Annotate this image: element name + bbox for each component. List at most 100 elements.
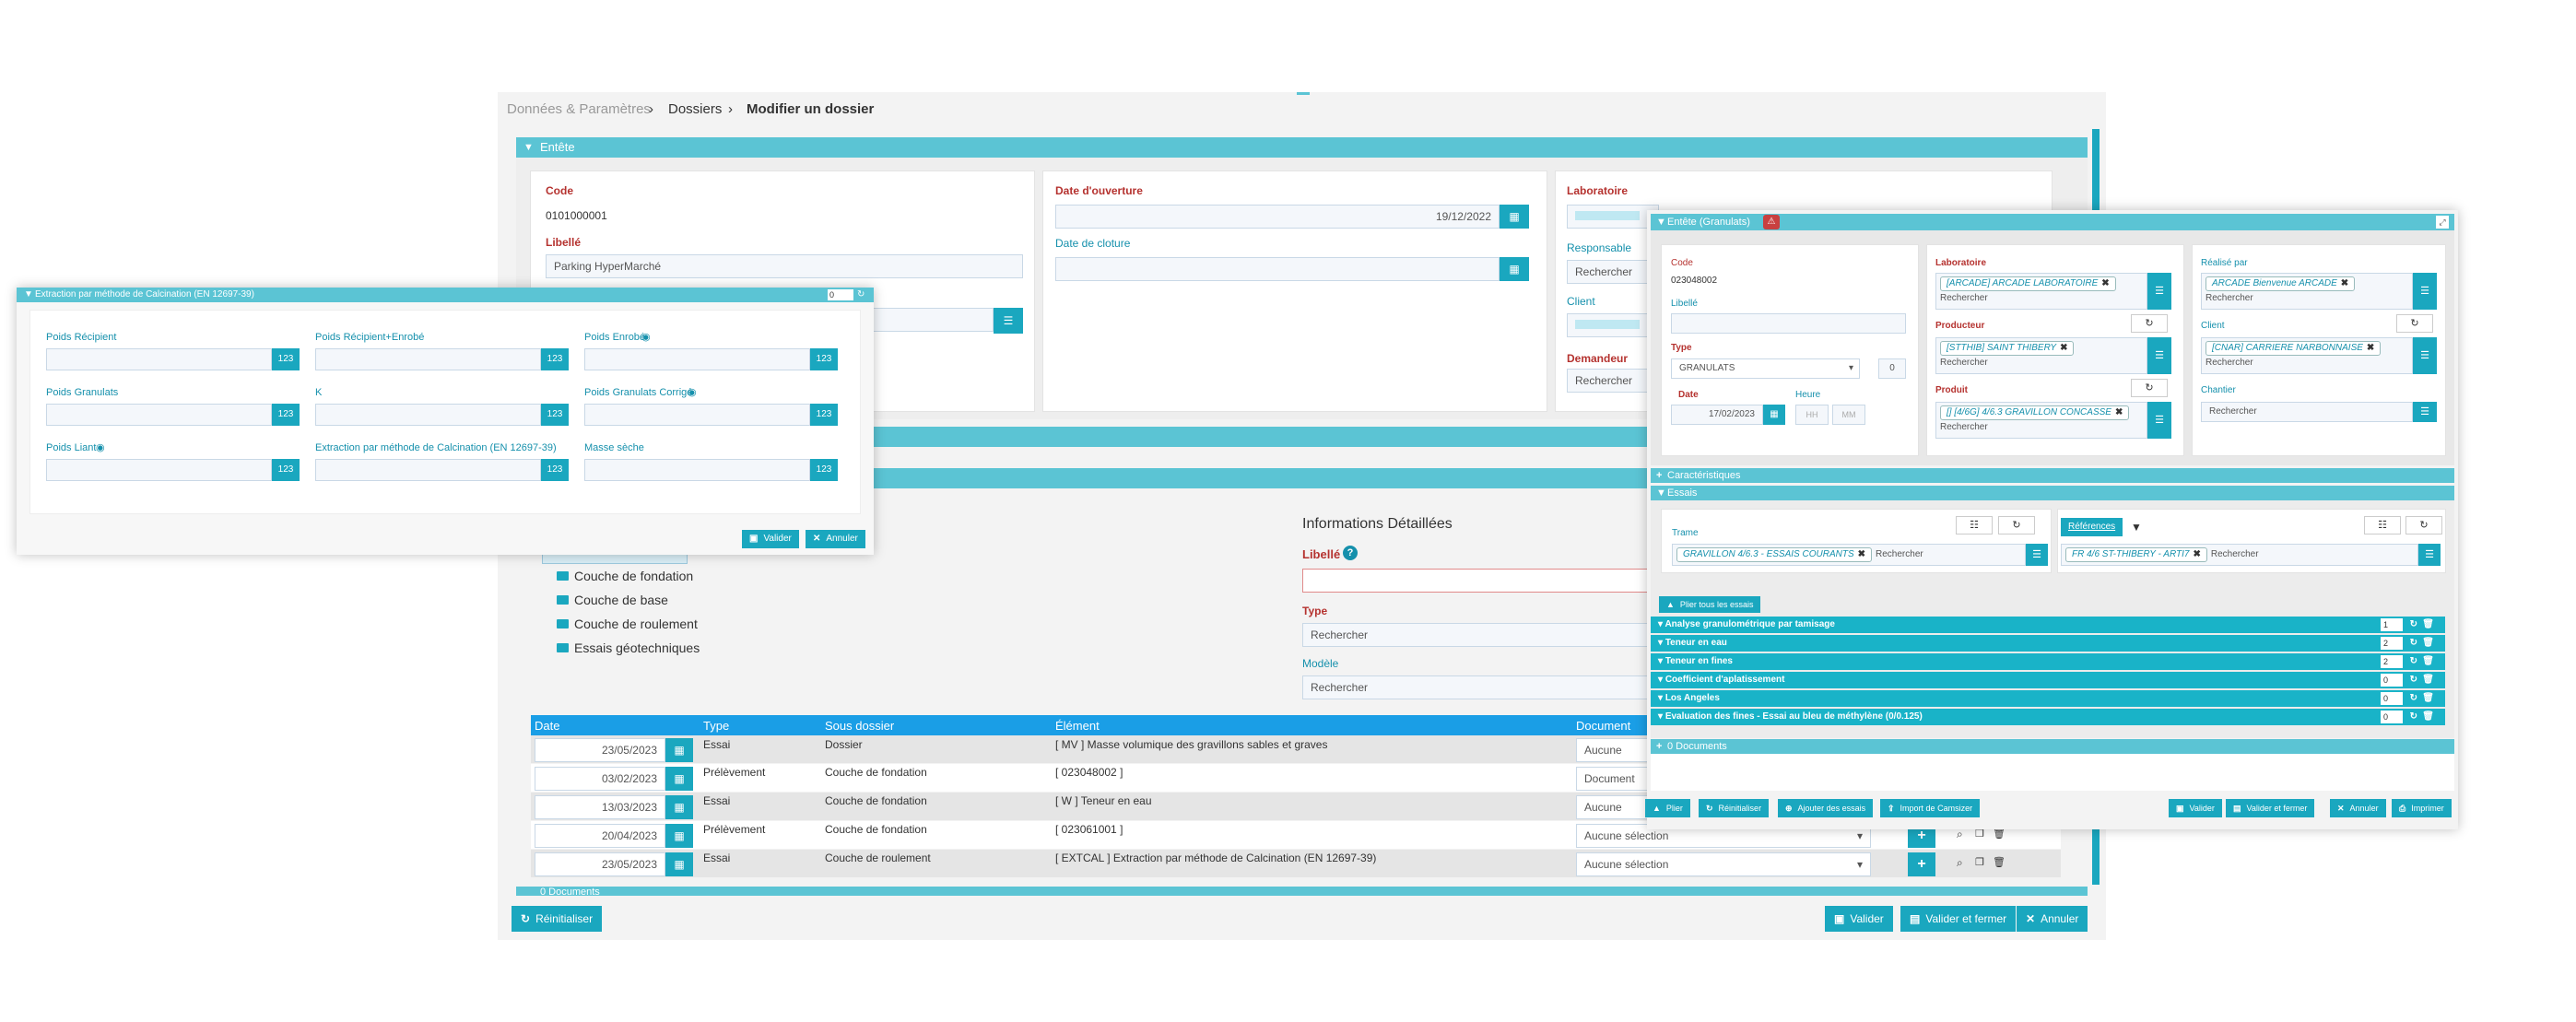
col-date[interactable]: Date xyxy=(535,719,559,733)
field-input[interactable] xyxy=(584,459,810,481)
row-calendar-button[interactable]: ▦ xyxy=(665,738,693,762)
main-entete-bar[interactable]: ▼ Entête xyxy=(516,137,2088,158)
sample-chantier-input[interactable]: Rechercher xyxy=(2201,402,2413,422)
references-tag[interactable]: FR 4/6 ST-THIBERY - ARTI7 ✖ xyxy=(2065,547,2207,562)
sample-date-input[interactable]: 17/02/2023 xyxy=(1671,405,1763,425)
refresh-icon[interactable]: ↻ xyxy=(2410,635,2417,652)
row-date-input[interactable]: 03/02/2023 xyxy=(535,767,665,791)
sample-laboratoire-input[interactable]: [ARCADE] ARCADE LABORATOIRE ✖ Rechercher xyxy=(1935,273,2147,310)
row-delete-icon[interactable]: 🗑 xyxy=(1993,856,2006,868)
sample-valider-fermer-button[interactable]: ▤ Valider et fermer xyxy=(2226,799,2315,817)
produit-tag[interactable]: [] [4/6G] 4/6.3 GRAVILLON CONCASSE ✖ xyxy=(1940,405,2130,420)
realise-tag[interactable]: ARCADE Bienvenue ARCADE ✖ xyxy=(2205,276,2356,291)
sample-producteur-input[interactable]: [STTHIB] SAINT THIBERY ✖ Rechercher xyxy=(1935,337,2147,374)
breadcrumb-item-data[interactable]: Données & Paramètres xyxy=(507,101,651,117)
sample-realise-list-button[interactable]: ☰ xyxy=(2413,273,2437,310)
row-date-input[interactable]: 23/05/2023 xyxy=(535,738,665,762)
sample-client-input[interactable]: [CNAR] CARRIERE NARBONNAISE ✖ Rechercher xyxy=(2201,337,2413,374)
plier-tous-button[interactable]: ▲ Plier tous les essais xyxy=(1659,596,1761,613)
main-annuler-button[interactable]: ✕ Annuler xyxy=(2017,906,2088,932)
row-date-input[interactable]: 13/03/2023 xyxy=(535,795,665,819)
row-document-select[interactable]: Aucune sélection ▾ xyxy=(1576,852,1871,876)
sample-caracteristiques-bar[interactable]: + Caractéristiques xyxy=(1651,468,2454,483)
maximize-icon[interactable]: ⤢ xyxy=(2436,216,2449,229)
row-element[interactable]: [ MV ] Masse volumique des gravillons sa… xyxy=(1055,738,1327,751)
col-type[interactable]: Type xyxy=(703,719,729,733)
refresh-icon[interactable]: ↻ xyxy=(2410,672,2417,688)
sample-ajouter-essais-button[interactable]: ⊕ Ajouter des essais xyxy=(1778,799,1874,817)
sample-type-num[interactable]: 0 xyxy=(1878,358,1906,379)
field-input[interactable] xyxy=(315,348,541,370)
delete-icon[interactable]: 🗑 xyxy=(2422,635,2434,652)
row-element[interactable]: [ W ] Teneur en eau xyxy=(1055,794,1152,807)
essai-row[interactable]: ▾ Los Angeles 0 ↻ 🗑 xyxy=(1651,690,2445,707)
breadcrumb-item-dossiers[interactable]: Dossiers xyxy=(668,101,722,117)
main-valider-button[interactable]: ▣ Valider xyxy=(1825,906,1893,932)
calc-valider-button[interactable]: ▣ Valider xyxy=(742,530,799,548)
demandeur-input[interactable]: Rechercher xyxy=(1567,369,1659,393)
essai-count[interactable]: 0 xyxy=(2381,711,2403,723)
col-element[interactable]: Élément xyxy=(1055,719,1100,733)
eye-icon[interactable]: ◉ xyxy=(688,386,697,398)
row-calendar-button[interactable]: ▦ xyxy=(665,824,693,848)
row-element[interactable]: [ 023061001 ] xyxy=(1055,823,1123,836)
sample-laboratoire-list-button[interactable]: ☰ xyxy=(2147,273,2171,310)
references-tab[interactable]: Références xyxy=(2061,518,2123,536)
field-input[interactable] xyxy=(46,404,272,426)
essai-count[interactable]: 0 xyxy=(2381,692,2403,705)
sample-imprimer-button[interactable]: ⎙ Imprimer xyxy=(2392,799,2452,817)
field-input[interactable] xyxy=(584,404,810,426)
sample-libelle-input[interactable] xyxy=(1671,313,1906,334)
info-modele-input[interactable]: Rechercher xyxy=(1302,675,1653,699)
tree-folder-roulement[interactable]: Couche de roulement xyxy=(557,617,698,631)
main-list-button[interactable]: ☰ xyxy=(994,308,1023,334)
remove-tag-icon[interactable]: ✖ xyxy=(2341,278,2348,288)
trame-tag[interactable]: GRAVILLON 4/6.3 - ESSAIS COURANTS ✖ xyxy=(1676,547,1873,562)
sample-mm-input[interactable]: MM xyxy=(1832,405,1865,425)
refresh-icon[interactable]: ↻ xyxy=(2410,709,2417,725)
essai-row[interactable]: ▾ Analyse granulométrique par tamisage 1… xyxy=(1651,617,2445,633)
row-calendar-button[interactable]: ▦ xyxy=(665,767,693,791)
trame-list-view-button[interactable]: ☷ xyxy=(1956,516,1993,534)
field-input[interactable] xyxy=(46,459,272,481)
essai-count[interactable]: 0 xyxy=(2381,674,2403,687)
remove-tag-icon[interactable]: ✖ xyxy=(2193,549,2200,559)
calc-annuler-button[interactable]: ✕ Annuler xyxy=(806,530,865,548)
sample-reinit-button[interactable]: ↻ Réinitialiser xyxy=(1699,799,1770,817)
field-input[interactable] xyxy=(46,348,272,370)
row-search-icon[interactable]: ⌕ xyxy=(1957,856,1963,870)
field-input[interactable] xyxy=(315,404,541,426)
calcination-titlebar[interactable]: ▼ Extraction par méthode de Calcination … xyxy=(17,288,874,302)
sample-produit-input[interactable]: [] [4/6G] 4/6.3 GRAVILLON CONCASSE ✖ Rech… xyxy=(1935,402,2147,439)
refresh-icon[interactable]: ↻ xyxy=(2410,690,2417,707)
essai-count[interactable]: 2 xyxy=(2381,655,2403,668)
references-input[interactable]: FR 4/6 ST-THIBERY - ARTI7 ✖ Rechercher xyxy=(2061,544,2418,566)
trame-refresh-button[interactable]: ↻ xyxy=(1998,516,2035,534)
row-calendar-button[interactable]: ▦ xyxy=(665,795,693,819)
tree-folder-base[interactable]: Couche de base xyxy=(557,593,668,607)
laboratoire-input[interactable] xyxy=(1567,205,1659,229)
sample-plier-button[interactable]: ▲ Plier xyxy=(1645,799,1690,817)
producteur-tag[interactable]: [STTHIB] SAINT THIBERY ✖ xyxy=(1940,341,2075,356)
refresh-icon[interactable]: ↻ xyxy=(857,288,865,302)
main-valider-fermer-button[interactable]: ▤ Valider et fermer xyxy=(1900,906,2017,932)
date-ouverture-input[interactable]: 19/12/2022 xyxy=(1055,205,1500,229)
info-libelle-input[interactable] xyxy=(1302,569,1653,593)
delete-icon[interactable]: 🗑 xyxy=(2422,672,2434,688)
calcination-counter[interactable]: 0 xyxy=(828,289,853,300)
main-reinit-button[interactable]: ↻ Réinitialiser xyxy=(512,906,603,932)
essai-row[interactable]: ▾ Coefficient d'aplatissement 0 ↻ 🗑 xyxy=(1651,672,2445,688)
delete-icon[interactable]: 🗑 xyxy=(2422,690,2434,707)
date-cloture-input[interactable] xyxy=(1055,257,1500,281)
eye-icon[interactable]: ◉ xyxy=(641,331,651,343)
row-date-input[interactable]: 23/05/2023 xyxy=(535,852,665,876)
sample-annuler-button[interactable]: ✕ Annuler xyxy=(2330,799,2386,817)
row-copy-icon[interactable]: ❐ xyxy=(1975,856,1984,868)
refresh-icon[interactable]: ↻ xyxy=(2410,653,2417,670)
refresh-icon[interactable]: ↻ xyxy=(2410,617,2417,633)
trame-list-button[interactable]: ☰ xyxy=(2026,544,2048,566)
trame-input[interactable]: GRAVILLON 4/6.3 - ESSAIS COURANTS ✖ Recher… xyxy=(1672,544,2026,566)
sample-produit-refresh-button[interactable]: ↻ xyxy=(2131,379,2168,397)
responsable-input[interactable]: Rechercher xyxy=(1567,260,1659,284)
sample-hh-input[interactable]: HH xyxy=(1795,405,1829,425)
